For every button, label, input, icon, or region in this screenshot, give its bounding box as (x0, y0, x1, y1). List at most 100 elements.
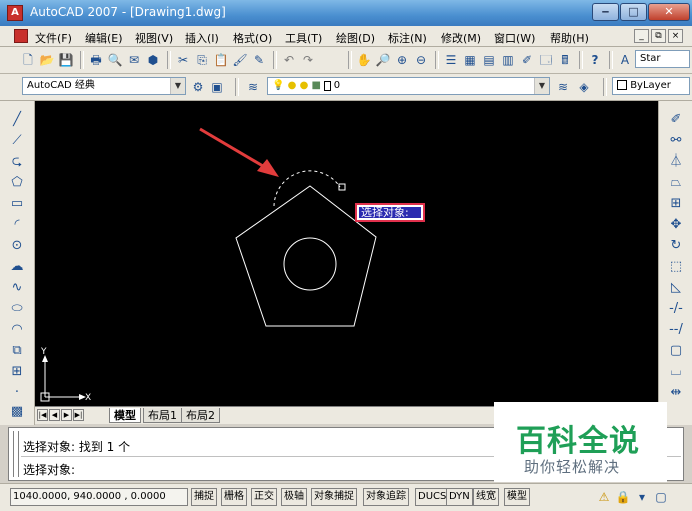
zoom-realtime-icon[interactable]: 🔎 (375, 52, 391, 68)
revision-cloud-icon[interactable]: ☁ (8, 258, 26, 276)
ellipse-arc-icon[interactable]: ◠ (8, 321, 26, 339)
point-icon[interactable]: · (8, 384, 26, 402)
prev-tab-icon[interactable]: ◀ (49, 409, 60, 421)
first-tab-icon[interactable]: |◀ (37, 409, 48, 421)
chamfer-icon[interactable]: ⌴ (667, 363, 685, 381)
array-icon[interactable]: ⊞ (667, 195, 685, 213)
osnap-toggle[interactable]: 对象捕捉 (311, 488, 357, 506)
menu-file[interactable]: 文件(F) (35, 30, 72, 46)
layer-manager-icon[interactable]: ≋ (245, 79, 261, 95)
document-icon[interactable] (14, 29, 28, 43)
menu-window[interactable]: 窗口(W) (494, 30, 535, 46)
menu-draw[interactable]: 绘图(D) (336, 30, 375, 46)
insert-block-icon[interactable]: ⧉ (8, 342, 26, 360)
plot-icon[interactable]: 🖶 (88, 52, 104, 68)
lineweight-toggle[interactable]: 线宽 (473, 488, 499, 506)
text-style-combo[interactable]: Star (635, 50, 690, 68)
offset-icon[interactable]: ⏢ (667, 174, 685, 192)
menu-insert[interactable]: 插入(I) (185, 30, 219, 46)
command-window-grip[interactable] (13, 431, 19, 477)
autocad-app-icon[interactable]: A (7, 5, 23, 21)
zoom-previous-icon[interactable]: ⊖ (413, 52, 429, 68)
circle-icon[interactable]: ⊙ (8, 237, 26, 255)
coordinate-readout[interactable]: 1040.0000, 940.0000 , 0.0000 (10, 488, 188, 506)
copy-icon[interactable]: ⎘ (194, 52, 210, 68)
circle-shape[interactable] (283, 237, 337, 291)
publish-icon[interactable]: ✉ (126, 52, 142, 68)
workspace-settings-icon[interactable]: ⚙ (190, 79, 206, 95)
make-layer-current-icon[interactable]: ≋ (555, 79, 571, 95)
stretch-icon[interactable]: ◺ (667, 279, 685, 297)
break-icon[interactable]: ▢ (667, 342, 685, 360)
make-block-icon[interactable]: ⊞ (8, 363, 26, 381)
layer-combo[interactable]: 💡 ● ● ■ 0 ▼ (267, 77, 550, 95)
menu-format[interactable]: 格式(O) (233, 30, 272, 46)
match-properties-icon[interactable]: 🖌 (232, 52, 248, 68)
last-tab-icon[interactable]: ▶| (73, 409, 84, 421)
chevron-down-icon[interactable]: ▼ (170, 78, 185, 94)
arc-icon[interactable]: ◜ (8, 216, 26, 234)
layer-previous-icon[interactable]: ◈ (576, 79, 592, 95)
menu-dimension[interactable]: 标注(N) (388, 30, 427, 46)
join-icon[interactable]: ⇹ (667, 384, 685, 402)
communication-center-icon[interactable]: ⚠ (596, 489, 612, 505)
text-style-icon[interactable]: A (617, 52, 633, 68)
plot-preview-icon[interactable]: 🔍 (107, 52, 123, 68)
menu-help[interactable]: 帮助(H) (550, 30, 589, 46)
zoom-window-icon[interactable]: ⊕ (394, 52, 410, 68)
construction-line-icon[interactable]: ⟋ (8, 132, 26, 150)
mirror-icon[interactable]: ⏃ (667, 153, 685, 171)
tool-palettes-icon[interactable]: ▤ (481, 52, 497, 68)
chevron-down-icon[interactable]: ▼ (534, 78, 549, 94)
close-button[interactable]: ✕ (648, 3, 690, 21)
open-file-icon[interactable]: 📂 (39, 52, 55, 68)
3d-dwf-icon[interactable]: ⬢ (145, 52, 161, 68)
workspace-combo[interactable]: AutoCAD 经典 ▼ (22, 77, 186, 95)
help-icon[interactable]: ? (587, 52, 603, 68)
workspace-save-icon[interactable]: ▣ (209, 79, 225, 95)
dyn-toggle[interactable]: DYN (446, 488, 473, 506)
calculator-icon[interactable]: 🖩 (557, 52, 573, 68)
ellipse-icon[interactable]: ⬭ (8, 300, 26, 318)
markup-icon[interactable]: ✐ (519, 52, 535, 68)
tab-layout2[interactable]: 布局2 (181, 408, 220, 423)
command-prompt[interactable]: 选择对象: (23, 461, 75, 478)
new-file-icon[interactable]: 🗋 (20, 52, 36, 68)
line-icon[interactable]: ╱ (8, 111, 26, 129)
grid-toggle[interactable]: 栅格 (221, 488, 247, 506)
polar-toggle[interactable]: 极轴 (281, 488, 307, 506)
tab-layout1[interactable]: 布局1 (143, 408, 182, 423)
scale-icon[interactable]: ⬚ (667, 258, 685, 276)
design-center-icon[interactable]: ▦ (462, 52, 478, 68)
drawing-canvas[interactable]: Y X 选择对象: (35, 101, 658, 406)
polyline-icon[interactable]: ⮎ (8, 153, 26, 171)
color-combo[interactable]: ByLayer (612, 77, 690, 95)
pan-icon[interactable]: ✋ (356, 52, 372, 68)
model-toggle[interactable]: 模型 (504, 488, 530, 506)
block-editor-icon[interactable]: ✎ (251, 52, 267, 68)
ortho-toggle[interactable]: 正交 (251, 488, 277, 506)
mdi-restore-button[interactable]: ⧉ (651, 29, 666, 43)
minimize-button[interactable]: ‒ (592, 3, 619, 21)
move-icon[interactable]: ✥ (667, 216, 685, 234)
trim-icon[interactable]: -/- (667, 300, 685, 318)
menu-edit[interactable]: 编辑(E) (85, 30, 123, 46)
menu-arrow-icon[interactable]: ▾ (634, 489, 650, 505)
extend-icon[interactable]: --/ (667, 321, 685, 339)
undo-icon[interactable]: ↶ (281, 52, 297, 68)
redo-icon[interactable]: ↷ (300, 52, 316, 68)
rotate-icon[interactable]: ↻ (667, 237, 685, 255)
sheet-set-icon[interactable]: ▥ (500, 52, 516, 68)
mdi-close-button[interactable]: × (668, 29, 683, 43)
mdi-minimize-button[interactable]: _ (634, 29, 649, 43)
dbconnect-icon[interactable]: 🗔 (538, 52, 554, 68)
snap-toggle[interactable]: 捕捉 (191, 488, 217, 506)
lock-icon[interactable]: 🔒 (615, 489, 631, 505)
ducs-toggle[interactable]: DUCS (415, 488, 450, 506)
maximize-button[interactable]: □ (620, 3, 647, 21)
clean-screen-icon[interactable]: ▢ (653, 489, 669, 505)
copy-object-icon[interactable]: ⚯ (667, 132, 685, 150)
polygon-icon[interactable]: ⬠ (8, 174, 26, 192)
next-tab-icon[interactable]: ▶ (61, 409, 72, 421)
menu-modify[interactable]: 修改(M) (441, 30, 481, 46)
